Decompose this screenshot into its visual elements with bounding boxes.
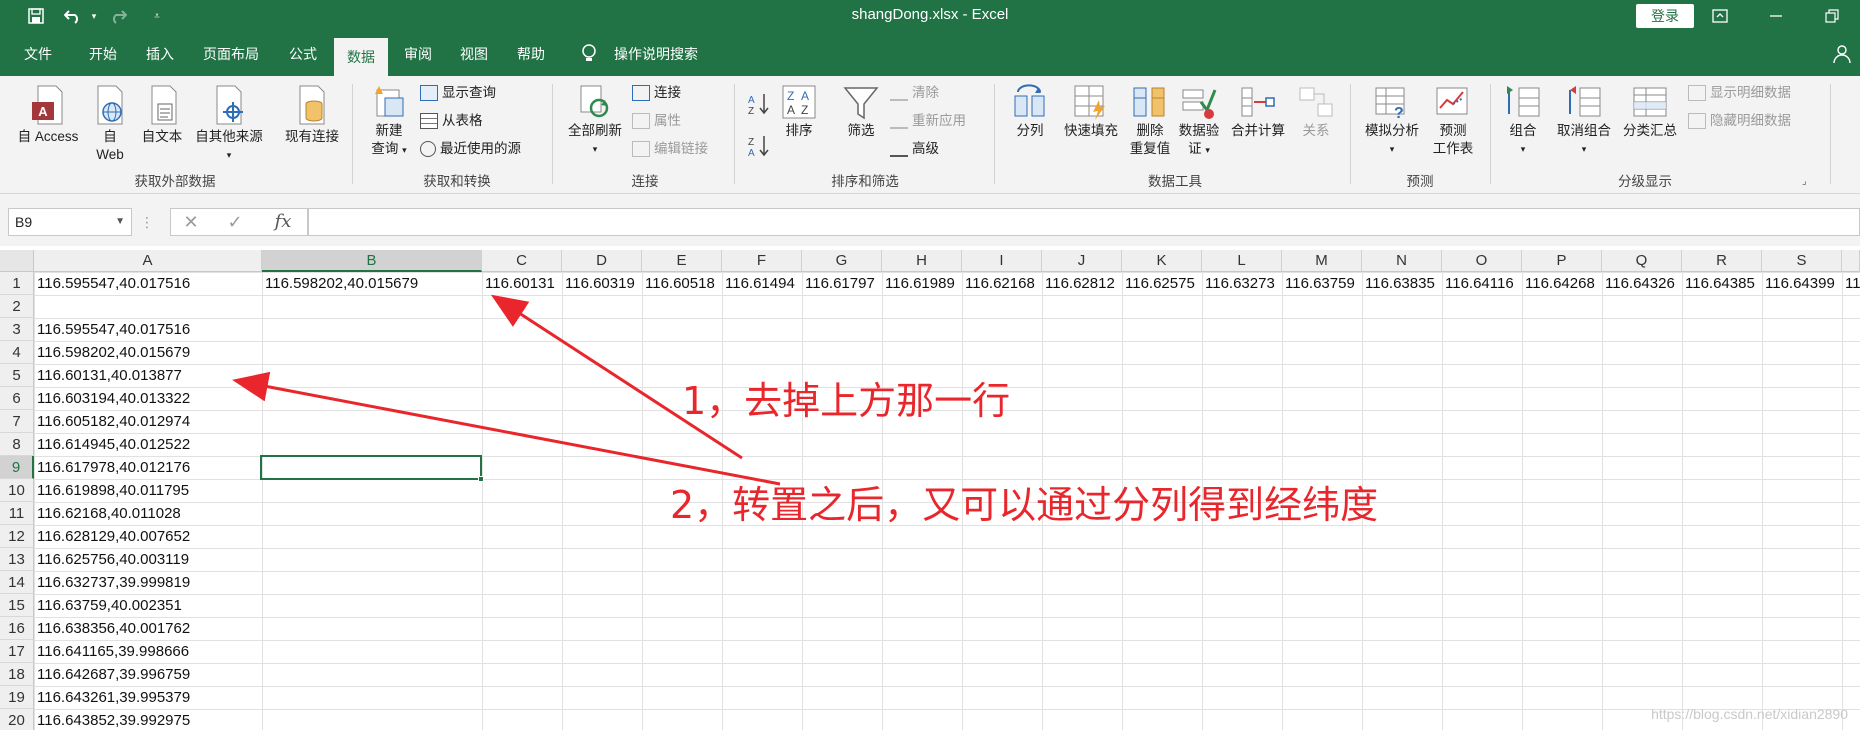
annotation-note-1: 1，去掉上方那一行: [682, 379, 1011, 423]
annotation-note-2: 2，转置之后，又可以通过分列得到经纬度: [670, 483, 1379, 527]
annotation-arrows: [232, 294, 781, 486]
watermark: https://blog.csdn.net/xidian2890: [1651, 706, 1848, 722]
